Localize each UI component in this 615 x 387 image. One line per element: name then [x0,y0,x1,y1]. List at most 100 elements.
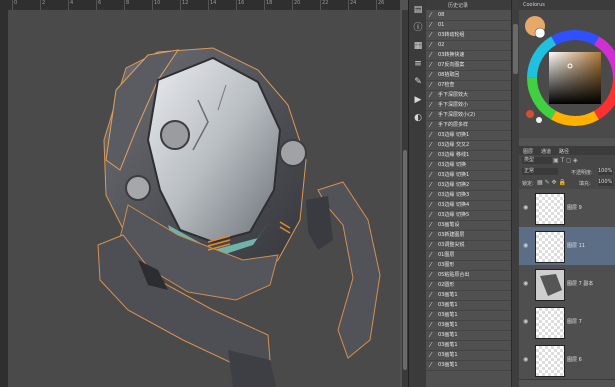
layer-name[interactable]: 图层 9 [567,204,582,211]
history-step-label: 03边缘 切换4 [438,202,470,208]
fill-input[interactable]: 100% [598,179,613,186]
ruler-tick [320,0,321,10]
history-step-label: 03画笔1 [438,332,458,338]
brush-step-icon: ⁄ [430,11,432,19]
robot-head-painting[interactable] [8,10,400,387]
ruler-tick-label: 24 [350,0,357,6]
history-step[interactable]: ⁄ 手下深层效小(2) [426,111,511,121]
layers-panel-tabs: 图层 通道 路径 [519,146,615,155]
history-step[interactable]: ⁄ 02 [426,41,511,51]
layer-name[interactable]: 图层 7 副本 [567,280,593,287]
layer-thumbnail [535,193,565,225]
history-step-label: 03边缘 移线1 [438,152,470,158]
history-step-label: 03画笔1 [438,292,458,298]
eye-icon[interactable]: ◉ [523,280,528,287]
eye-icon[interactable]: ◉ [523,356,528,363]
history-step[interactable]: ⁄ 03边缘 交又2 [426,141,511,151]
history-step[interactable]: ⁄ 03新建图层 [426,231,511,241]
tab-layers[interactable]: 图层 [523,148,533,155]
history-step[interactable]: ⁄ 08拾取回 [426,71,511,81]
history-step[interactable]: ⁄ 03边缘 切换4 [426,201,511,211]
filter-icons[interactable]: ▣ T ◻ ◈ [553,157,578,164]
brush-step-icon: ⁄ [430,61,432,69]
coolorus-color-wheel-panel[interactable] [519,10,615,138]
color-panel-tab[interactable]: Coolorus [519,0,615,10]
layer-row[interactable]: ◉ 图层 9 [519,189,615,228]
layer-filter-select[interactable]: 类型 [522,157,552,164]
history-step[interactable]: ⁄ 手下深层效大 [426,91,511,101]
history-step[interactable]: ⁄ 03画笔1 [426,341,511,351]
color-mode-icon[interactable] [526,110,534,118]
brush-settings-icon[interactable]: ✎ [411,76,425,89]
layer-row[interactable]: ◉ 图层 7 副本 [519,265,615,304]
canvas-scroll-thumb[interactable] [403,150,407,370]
history-step[interactable]: ⁄ 03画笔1 [426,331,511,341]
eye-icon[interactable]: ◉ [523,318,528,325]
ruler-tick-label: 6 [98,0,102,6]
ruler-tick-label: 14 [210,0,217,6]
history-step[interactable]: ⁄ 02圆形 [426,281,511,291]
layer-row-selected[interactable]: ◉ 图层 11 [519,227,615,266]
history-step[interactable]: ⁄ 03转换快速 [426,51,511,61]
ruler-tick-label: 2 [42,0,46,6]
properties-icon[interactable]: ≡ [411,58,425,71]
opacity-input[interactable]: 100% [598,168,613,175]
history-step[interactable]: ⁄ 03画笔1 [426,321,511,331]
history-step-label: 08 [438,12,445,18]
history-step[interactable]: ⁄ 01 [426,21,511,31]
color-mode-small-icon[interactable] [536,117,542,123]
history-step-label: 03画笔1 [438,302,458,308]
history-step[interactable]: ⁄ 01图层 [426,251,511,261]
layer-name[interactable]: 图层 7 [567,318,582,325]
eye-icon[interactable]: ◉ [523,242,528,249]
history-step[interactable]: ⁄ 07检查 [426,81,511,91]
history-step[interactable]: ⁄ 手下的层多样 [426,121,511,131]
history-step[interactable]: ⁄ 03图形 [426,261,511,271]
ruler-tick [40,0,41,10]
blend-mode-select[interactable]: 正常 [522,168,558,175]
history-step[interactable]: ⁄ 03边缘 切换1 [426,131,511,141]
ruler-tick-label: 20 [294,0,301,6]
history-step-label: 03图形 [438,262,455,268]
actions-play-icon[interactable]: ▶ [411,94,425,107]
lock-icons[interactable]: ▦ ✎ ✥ 🔒 [537,179,566,186]
history-step[interactable]: ⁄ 03画笔1 [426,361,511,371]
history-step[interactable]: ⁄ 03边缘 切换 [426,161,511,171]
history-step[interactable]: ⁄ 03调整尖锐 [426,241,511,251]
history-panel-icon[interactable]: ▤ [411,4,425,17]
history-step[interactable]: ⁄ 03边缘 切换1 [426,171,511,181]
history-step-label: 手下深层效小 [438,102,469,108]
layer-name[interactable]: 图层 11 [567,242,585,249]
info-icon[interactable]: ⓘ [411,22,425,35]
history-step[interactable]: ⁄ 03边缘 切换2 [426,181,511,191]
history-step[interactable]: ⁄ 03画笔1 [426,351,511,361]
history-step[interactable]: ⁄ 08 [426,11,511,21]
history-step[interactable]: ⁄ 03边缘 移线1 [426,151,511,161]
history-step-label: 03边缘 切换 [438,162,466,168]
history-step-label: 02圆形 [438,282,455,288]
eye-icon[interactable]: ◉ [523,204,528,211]
tab-channels[interactable]: 通道 [541,148,551,155]
history-step[interactable]: ⁄ 03转动轮组 [426,31,511,41]
history-step[interactable]: ⁄ 03画笔1 [426,291,511,301]
adjustments-icon[interactable]: ◐ [411,112,425,125]
history-step[interactable]: ⁄ 03画笔1 [426,311,511,321]
layer-name[interactable]: 图层 6 [567,356,582,363]
ruler-tick [152,0,153,10]
swatches-icon[interactable]: ▦ [411,40,425,53]
history-step[interactable]: ⁄ 手下深层效小 [426,101,511,111]
tab-paths[interactable]: 路径 [559,148,569,155]
layer-row[interactable]: ◉ 图层 7 [519,303,615,342]
history-step[interactable]: ⁄ 05粘贴原合出 [426,271,511,281]
brush-step-icon: ⁄ [430,331,432,339]
history-step[interactable]: ⁄ 03画笔设 [426,221,511,231]
layer-row[interactable]: ◉ 图层 6 [519,341,615,380]
history-step[interactable]: ⁄ 03画笔1 [426,301,511,311]
ruler-tick [68,0,69,10]
history-scroll-thumb[interactable] [513,24,518,74]
history-step[interactable]: ⁄ 03边缘 切换5 [426,211,511,221]
history-step[interactable]: ⁄ 03边缘 切换3 [426,191,511,201]
history-step[interactable]: ⁄ 07反向图案 [426,61,511,71]
background-color-swatch[interactable] [534,27,546,39]
brush-step-icon: ⁄ [430,21,432,29]
